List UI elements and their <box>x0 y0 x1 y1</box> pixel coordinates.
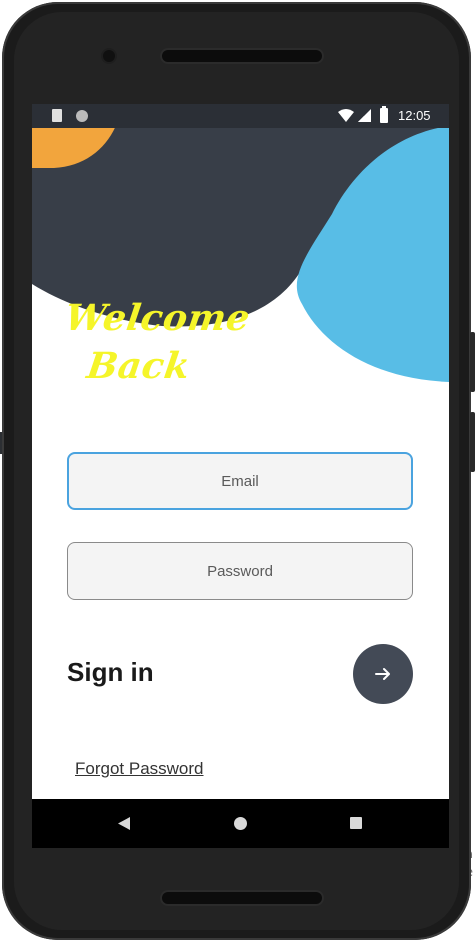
email-field[interactable]: Email <box>67 452 413 510</box>
signal-icon <box>358 109 371 122</box>
password-field[interactable]: Password <box>67 542 413 600</box>
battery-icon <box>380 106 388 123</box>
app-screen: 12:05 Welcome Back Email Password Sign i… <box>32 104 449 848</box>
password-placeholder: Password <box>207 562 273 580</box>
front-camera-icon <box>103 50 115 62</box>
volume-button <box>470 332 475 392</box>
power-button <box>470 412 475 472</box>
welcome-line-1: Welcome <box>62 297 253 339</box>
welcome-heading: Welcome Back <box>55 294 253 390</box>
back-icon[interactable] <box>118 817 130 830</box>
email-placeholder: Email <box>221 472 259 490</box>
bottom-speaker <box>162 892 322 904</box>
top-speaker <box>162 50 322 62</box>
forgot-password-link[interactable]: Forgot Password <box>75 759 204 779</box>
android-nav-bar <box>32 799 449 848</box>
status-time: 12:05 <box>398 108 431 123</box>
home-icon[interactable] <box>234 817 247 830</box>
sign-in-submit-button[interactable] <box>353 644 413 704</box>
welcome-line-2: Back <box>84 345 193 387</box>
circle-icon <box>76 110 88 122</box>
sd-card-icon <box>52 109 62 122</box>
status-bar: 12:05 <box>32 104 449 128</box>
recents-icon[interactable] <box>350 817 362 829</box>
wifi-icon <box>338 109 354 122</box>
arrow-right-icon <box>375 668 390 680</box>
sign-in-label: Sign in <box>67 657 154 687</box>
